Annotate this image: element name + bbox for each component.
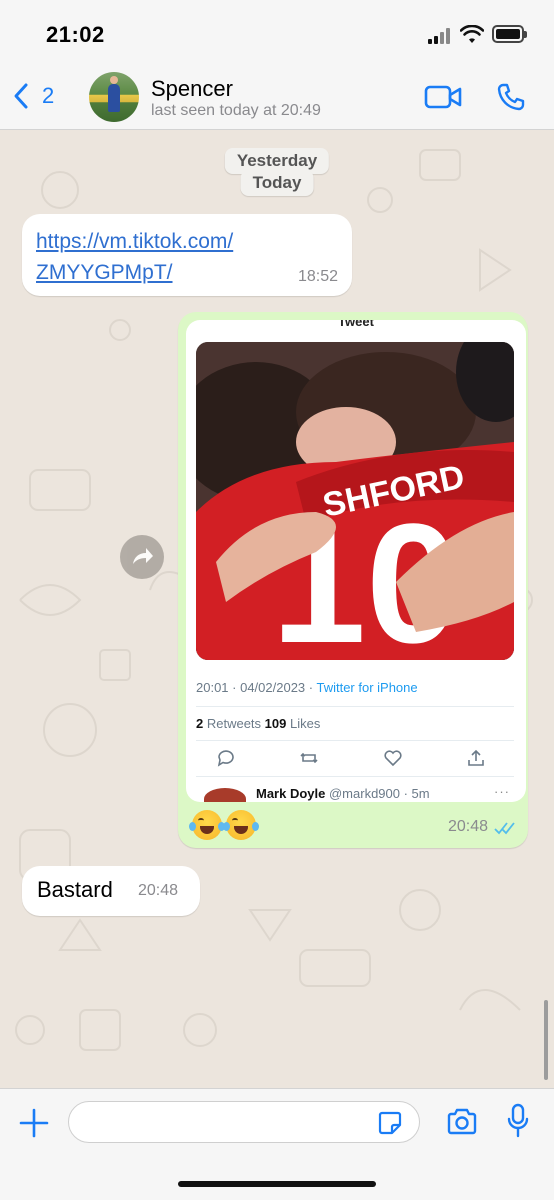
microphone-icon[interactable] [506,1103,530,1139]
scrollbar[interactable] [544,1000,548,1080]
retweet-icon [300,752,318,764]
like-count: 109 [264,716,287,731]
reply-author: Mark Doyle @markd900 · 5m [256,786,430,801]
message-link-line-1[interactable]: https://vm.tiktok.com/ [36,230,233,253]
contact-name[interactable]: Spencer [151,76,233,102]
battery-icon [492,25,527,43]
message-bubble-incoming[interactable]: https://vm.tiktok.com/ ZMYYGPMpT/ 18:52 [22,214,352,296]
football-hug-photo: SHFORD 10 [196,342,514,660]
tweet-reply-preview: Mark Doyle @markd900 · 5m ··· [196,782,516,802]
chat-header: 2 Spencer last seen today at 20:49 [0,64,554,130]
status-bar: 21:02 [0,0,554,64]
message-link-line-2[interactable]: ZMYYGPMpT/ [36,261,173,284]
message-bubble-outgoing[interactable]: Tweet SHFORD 10 20:01 · 04/02/2023 · Twi… [178,312,528,848]
reply-handle: @markd900 · 5m [325,786,430,801]
share-icon [468,749,484,766]
message-bubble-incoming[interactable]: Bastard 20:48 [22,866,200,916]
contact-avatar[interactable] [89,72,139,122]
forward-arrow-icon [133,548,153,564]
reply-icon [217,750,234,767]
message-text: Bastard [37,877,113,902]
wifi-icon [460,25,484,43]
divider [196,740,514,741]
tweet-header-title: Tweet [338,320,374,329]
last-seen-status: last seen today at 20:49 [151,102,321,119]
back-button[interactable]: 2 [12,82,54,110]
likes-label: Likes [286,716,321,731]
heart-icon [384,750,402,767]
divider [196,776,514,777]
video-camera-icon[interactable] [424,84,462,110]
read-ticks-icon [494,822,515,835]
reply-author-name: Mark Doyle [256,786,326,801]
tweet-stats: 2 Retweets 109 Likes [196,716,320,731]
message-emoji-caption [189,808,260,841]
divider [196,706,514,707]
tweet-photo: SHFORD 10 [196,342,514,660]
tweet-screenshot-image[interactable]: Tweet SHFORD 10 20:01 · 04/02/2023 · Twi… [186,320,526,802]
message-link[interactable]: https://vm.tiktok.com/ ZMYYGPMpT/ [36,226,286,288]
phone-icon[interactable] [496,82,526,112]
retweets-label: Retweets [203,716,265,731]
laughing-tears-emoji [223,810,259,841]
tweet-timestamp: 20:01 · 04/02/2023 · Twitter for iPhone [196,680,418,695]
reply-avatar [204,788,246,802]
chevron-left-icon [14,83,28,109]
status-time: 21:02 [46,22,105,47]
cellular-signal-icon [428,28,454,44]
tweet-actions [216,748,486,768]
camera-icon[interactable] [446,1107,478,1137]
plus-icon[interactable] [18,1107,50,1139]
chat-area[interactable]: Yesterday Today https://vm.tiktok.com/ Z… [0,130,554,1088]
laughing-tears-emoji [189,810,225,841]
sticker-icon[interactable] [376,1109,404,1137]
message-input[interactable] [68,1101,420,1143]
message-time: 18:52 [297,268,338,285]
home-indicator [178,1181,376,1187]
tweet-date: 20:01 · 04/02/2023 · [196,680,317,695]
date-separator-today: Today [240,170,314,196]
forward-button[interactable] [120,535,164,579]
message-input-bar [0,1088,554,1200]
message-time: 20:48 [447,818,488,835]
message-time: 20:48 [138,882,179,899]
unread-count: 2 [42,83,55,108]
tweet-source: Twitter for iPhone [316,680,418,695]
more-icon: ··· [494,784,510,799]
